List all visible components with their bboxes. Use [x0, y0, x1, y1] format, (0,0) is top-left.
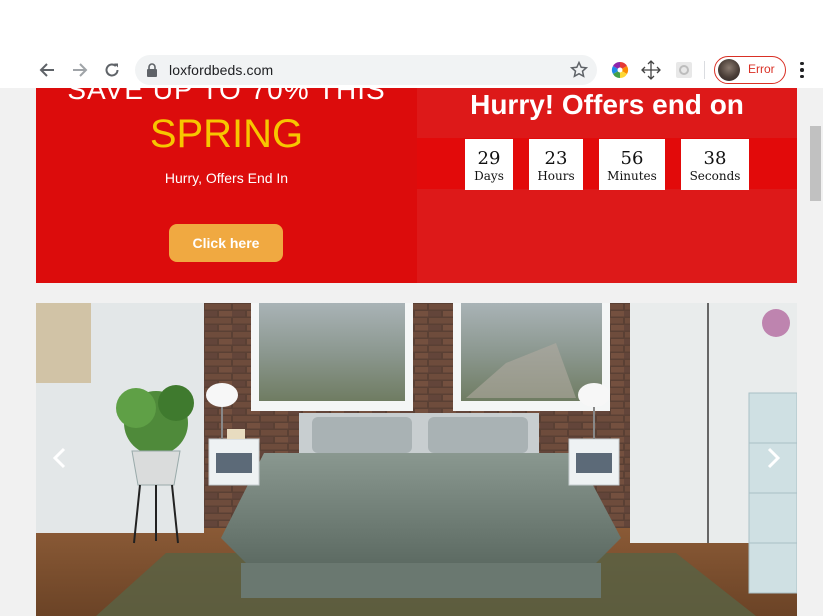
- sale-headline: SAVE UP TO 70% THIS: [67, 88, 386, 105]
- profile-button[interactable]: Error: [714, 56, 786, 84]
- spring-sale-banner: SAVE UP TO 70% THIS SPRING Hurry, Offers…: [36, 88, 417, 283]
- move-arrows-icon: [641, 60, 661, 80]
- countdown-value: 23: [544, 148, 568, 169]
- countdown-value: 56: [620, 148, 644, 169]
- hero-carousel: [36, 303, 797, 616]
- chevron-left-icon: [52, 447, 66, 469]
- address-bar[interactable]: loxfordbeds.com: [135, 55, 597, 85]
- click-here-button[interactable]: Click here: [169, 224, 283, 262]
- sale-subtext: Hurry, Offers End In: [164, 170, 289, 186]
- kebab-menu-icon: [800, 61, 804, 66]
- color-wheel-extension-icon[interactable]: [609, 59, 631, 81]
- countdown-label: Days: [474, 169, 504, 183]
- countdown-label: Seconds: [689, 169, 741, 183]
- gear-extension-icon[interactable]: [673, 59, 695, 81]
- countdown-days: 29 Days: [465, 139, 513, 190]
- browser-menu-button[interactable]: [795, 59, 809, 81]
- scrollbar-thumb[interactable]: [810, 126, 821, 201]
- profile-status: Error: [748, 62, 775, 76]
- bookmark-star-icon[interactable]: [569, 60, 589, 80]
- countdown-hours: 23 Hours: [529, 139, 583, 190]
- toolbar-divider: [704, 61, 705, 79]
- countdown-panel: Hurry! Offers end on 29 Days 23 Hours 56…: [417, 88, 797, 283]
- countdown-title: Hurry! Offers end on: [470, 89, 744, 120]
- reload-icon: [105, 63, 119, 77]
- chevron-right-icon: [767, 447, 781, 469]
- url-text: loxfordbeds.com: [169, 62, 274, 78]
- back-button[interactable]: [35, 58, 59, 82]
- carousel-prev-button[interactable]: [48, 446, 72, 470]
- tab-strip: [0, 0, 823, 52]
- countdown-value: 29: [477, 148, 501, 169]
- page-viewport: SAVE UP TO 70% THIS SPRING Hurry, Offers…: [0, 88, 823, 616]
- browser-toolbar: loxfordbeds.com Error: [0, 52, 823, 88]
- lock-icon: [147, 63, 157, 77]
- countdown-seconds: 38 Seconds: [681, 139, 749, 190]
- color-wheel-icon: [611, 61, 629, 79]
- move-extension-icon[interactable]: [640, 59, 662, 81]
- avatar: [718, 59, 740, 81]
- reload-button[interactable]: [100, 58, 124, 82]
- sale-season: SPRING: [149, 112, 304, 156]
- bedroom-photo: [36, 303, 797, 616]
- countdown-value: 38: [703, 148, 727, 169]
- countdown-label: Minutes: [607, 169, 657, 183]
- countdown-label: Hours: [537, 169, 575, 183]
- arrow-left-icon: [39, 63, 54, 77]
- arrow-right-icon: [73, 63, 88, 77]
- page-scrollbar[interactable]: [808, 88, 823, 616]
- forward-button[interactable]: [68, 58, 92, 82]
- countdown-minutes: 56 Minutes: [599, 139, 665, 190]
- carousel-next-button[interactable]: [761, 446, 785, 470]
- gear-icon: [676, 62, 692, 78]
